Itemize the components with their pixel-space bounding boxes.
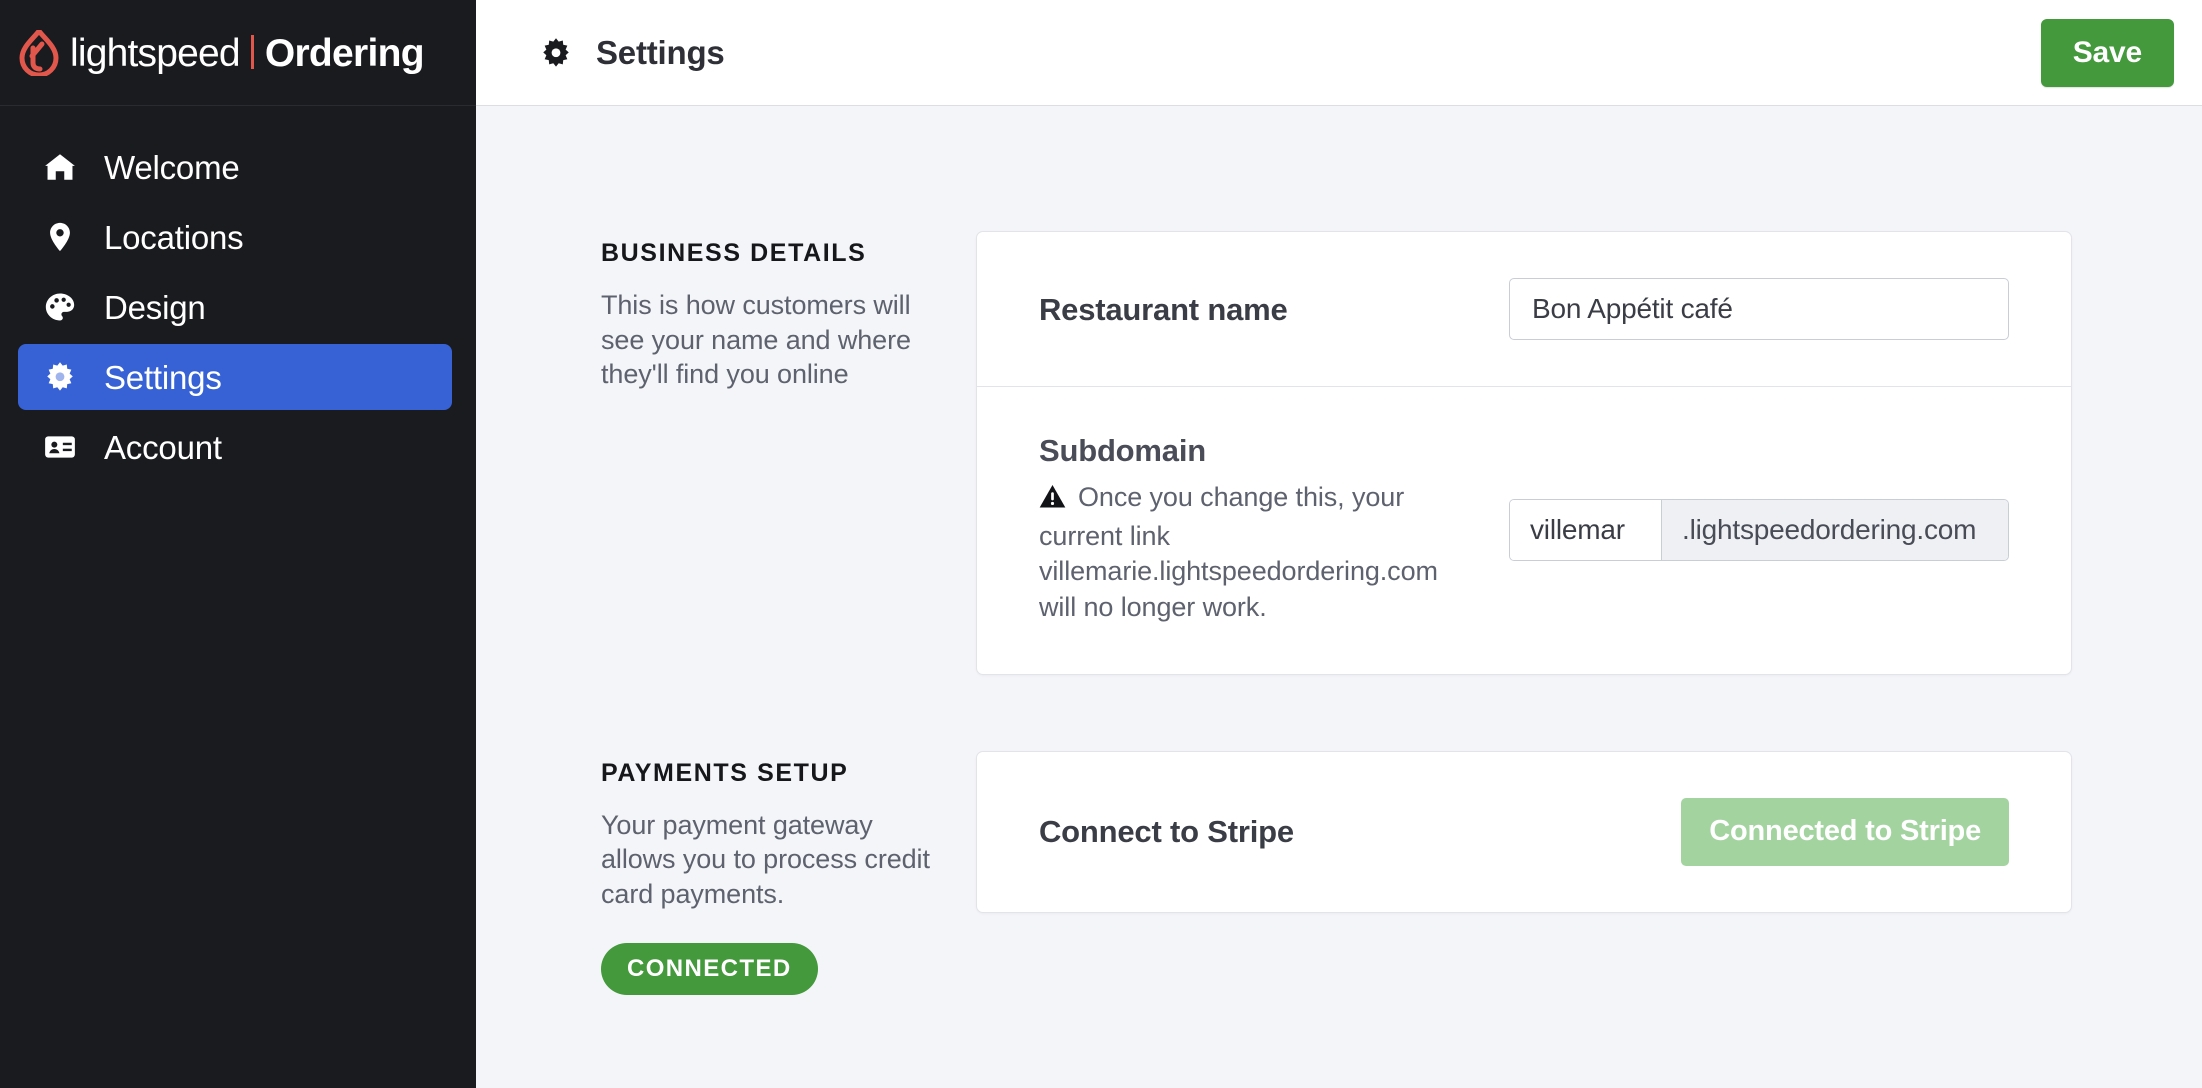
stripe-button-wrap: Connected to Stripe — [1681, 797, 2009, 866]
page-title: Settings — [596, 34, 725, 71]
payments-setup-card: Connect to Stripe Connected to Stripe — [976, 750, 2072, 913]
subdomain-row: Subdomain Once you change this, your cur… — [977, 386, 2071, 674]
restaurant-name-label: Restaurant name — [1039, 291, 1288, 327]
payments-setup-aside: PAYMENTS SETUP Your payment gateway allo… — [601, 751, 976, 996]
status-badge: CONNECTED — [601, 943, 818, 996]
brand-wordmark: lightspeed — [70, 32, 241, 75]
app-root: lightspeed Ordering Welcome Locations De… — [0, 0, 2202, 1088]
subdomain-warning-text: Once you change this, your current link … — [1039, 482, 1438, 622]
restaurant-name-input[interactable] — [1509, 278, 2009, 340]
sidebar-item-settings[interactable]: Settings — [18, 344, 452, 410]
brand-header[interactable]: lightspeed Ordering — [0, 0, 476, 106]
brand-product-name: Ordering — [264, 32, 425, 75]
section-description: This is how customers will see your name… — [601, 290, 911, 390]
connected-to-stripe-button[interactable]: Connected to Stripe — [1681, 797, 2009, 866]
topbar: Settings Save — [476, 0, 2202, 106]
sidebar-item-locations[interactable]: Locations — [18, 204, 452, 270]
map-pin-icon — [42, 219, 78, 255]
section-heading: PAYMENTS SETUP — [601, 758, 849, 787]
business-details-section: BUSINESS DETAILS This is how customers w… — [601, 231, 2072, 675]
save-button[interactable]: Save — [2040, 18, 2174, 87]
settings-content: BUSINESS DETAILS This is how customers w… — [476, 106, 2202, 1088]
sidebar-nav: Welcome Locations Design Settings Accoun… — [0, 106, 476, 480]
stripe-label-wrap: Connect to Stripe — [1039, 816, 1681, 847]
main-area: Settings Save BUSINESS DETAILS This is h… — [476, 0, 2202, 1088]
sidebar-item-design[interactable]: Design — [18, 274, 452, 340]
sidebar-item-label: Account — [104, 428, 222, 466]
sidebar-item-label: Welcome — [104, 148, 240, 186]
payments-setup-section: PAYMENTS SETUP Your payment gateway allo… — [601, 750, 2072, 996]
subdomain-input-group: .lightspeedordering.com — [1509, 499, 2009, 562]
stripe-label: Connect to Stripe — [1039, 814, 1294, 849]
sidebar-item-label: Locations — [104, 218, 244, 256]
gear-icon — [538, 35, 574, 71]
palette-icon — [42, 289, 78, 325]
restaurant-name-row: Restaurant name — [977, 232, 2071, 386]
gear-icon — [42, 359, 78, 395]
sidebar: lightspeed Ordering Welcome Locations De… — [0, 0, 476, 1088]
business-details-aside: BUSINESS DETAILS This is how customers w… — [601, 231, 976, 392]
home-icon — [42, 149, 78, 185]
id-card-icon — [42, 429, 78, 465]
subdomain-label: Subdomain — [1039, 433, 1206, 468]
brand-separator — [250, 35, 254, 69]
subdomain-warning: Once you change this, your current link … — [1039, 480, 1481, 626]
section-description: Your payment gateway allows you to proce… — [601, 809, 930, 909]
business-details-card: Restaurant name Subdomain — [976, 231, 2072, 675]
section-heading: BUSINESS DETAILS — [601, 239, 867, 267]
subdomain-suffix-addon: .lightspeedordering.com — [1662, 500, 2008, 561]
warning-triangle-icon — [1039, 483, 1066, 519]
sidebar-item-label: Settings — [104, 358, 222, 396]
subdomain-field-wrap: .lightspeedordering.com — [1509, 499, 2009, 562]
restaurant-name-field-wrap — [1509, 278, 2009, 340]
sidebar-item-welcome[interactable]: Welcome — [18, 134, 452, 200]
sidebar-item-label: Design — [104, 288, 206, 326]
subdomain-label-wrap: Subdomain Once you change this, your cur… — [1039, 435, 1509, 626]
page-title-group: Settings — [538, 35, 725, 71]
restaurant-name-label-wrap: Restaurant name — [1039, 294, 1509, 325]
subdomain-input[interactable] — [1510, 500, 1662, 561]
lightspeed-flame-logo — [19, 29, 59, 76]
sidebar-item-account[interactable]: Account — [18, 414, 452, 480]
stripe-row: Connect to Stripe Connected to Stripe — [977, 752, 2071, 912]
